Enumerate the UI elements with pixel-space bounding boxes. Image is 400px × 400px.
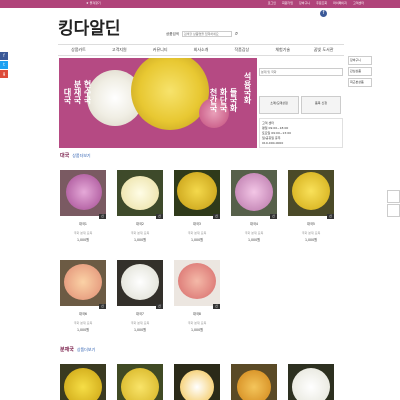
product-name: 대국3 — [193, 222, 201, 226]
google-share-icon[interactable]: g — [0, 70, 8, 78]
product-desc: 국화 분재 묘목 — [73, 321, 93, 325]
product-image[interactable] — [117, 364, 163, 400]
nav-item-gallery[interactable]: 작품감상 — [221, 45, 262, 55]
banner-text: 천간국 — [209, 88, 218, 112]
flower-image — [131, 58, 209, 130]
cart-link[interactable]: 장바구니 — [299, 1, 310, 5]
scroll-buttons — [387, 190, 400, 230]
product-name: 대국2 — [136, 222, 144, 226]
product-card[interactable]: 신 대국3 국화 분재 묘목 1,000원 — [174, 170, 220, 242]
banner-text: 화단국 — [219, 88, 228, 112]
search-icon[interactable]: ⌕ — [235, 31, 238, 37]
product-card[interactable]: 신 대국2 국화 분재 묘목 1,000원 — [117, 170, 163, 242]
mypage-link[interactable]: 마이페이지 — [333, 1, 347, 5]
product-desc: 국화 분재 묘목 — [301, 231, 321, 235]
section-title: 대국 상품더보기 — [60, 153, 91, 159]
nav-item-support[interactable]: 고객지원 — [99, 45, 140, 55]
more-link[interactable]: 상품더보기 — [72, 153, 90, 158]
nav-item-community[interactable]: 커뮤니티 — [140, 45, 181, 55]
product-price: 1,000원 — [76, 238, 90, 242]
product-image[interactable] — [60, 364, 106, 400]
search-input[interactable] — [181, 31, 232, 37]
product-card[interactable]: 신 대국7 국화 분재 묘목 1,000원 — [117, 260, 163, 332]
product-price: 1,000원 — [76, 328, 90, 332]
product-desc: 국화 분재 묘목 — [187, 321, 207, 325]
main-banner[interactable]: 대국 분재국 현수국 천간국 화단국 들국화 석용국화 — [59, 58, 257, 148]
side-search-input[interactable] — [259, 68, 343, 76]
nav-item-about[interactable]: 회사소개 — [181, 45, 222, 55]
search-bar: 상품검색 ⌕ — [166, 31, 238, 37]
product-name: 대국7 — [136, 312, 144, 316]
product-price: 1,000원 — [304, 238, 318, 242]
product-desc: 국화 분재 묘목 — [187, 231, 207, 235]
main-nav: 상품카트 고객지원 커뮤니티 회사소개 작품감상 체험기술 꿈빛 도서관 — [58, 44, 344, 56]
quick-cart[interactable]: 장바구니 — [348, 56, 372, 65]
info-line: 010-000-0000 — [262, 141, 284, 145]
facebook-share-icon[interactable]: f — [0, 52, 8, 60]
product-image[interactable] — [231, 364, 277, 400]
product-card[interactable]: 신 대국1 국화 분재 묘목 1,000원 — [60, 170, 106, 242]
search-label: 상품검색 — [166, 31, 179, 36]
bookmark-link[interactable]: ★ 즐겨찾기 — [86, 1, 101, 5]
product-price: 1,000원 — [133, 238, 147, 242]
product-price: 1,000원 — [133, 328, 147, 332]
quick-wish[interactable]: 관심상품 — [348, 67, 372, 76]
new-badge: 신 — [213, 214, 220, 219]
nav-item-products[interactable]: 상품카트 — [58, 45, 99, 55]
product-price: 1,000원 — [190, 328, 204, 332]
product-desc: 국화 분재 묘목 — [73, 231, 93, 235]
product-name: 대국5 — [307, 222, 315, 226]
product-desc: 국화 분재 묘목 — [130, 321, 150, 325]
side-box: 소매/도매상점 품목 신청 고객 센터 평일 09:00~18:00 토요일 0… — [259, 58, 343, 148]
product-price: 1,000원 — [190, 238, 204, 242]
product-name: 대국4 — [250, 222, 258, 226]
more-link[interactable]: 상품더보기 — [77, 347, 95, 352]
new-badge: 신 — [156, 304, 163, 309]
top-links: 로그인 회원가입 장바구니 주문조회 마이페이지 고객센터 — [268, 1, 364, 5]
cs-link[interactable]: 고객센터 — [353, 1, 364, 5]
right-quick-menu: 장바구니 관심상품 최근본상품 — [348, 56, 372, 89]
side-buttons: 소매/도매상점 품목 신청 — [259, 96, 341, 114]
request-button[interactable]: 품목 신청 — [301, 96, 341, 114]
top-bar: ★ 즐겨찾기 로그인 회원가입 장바구니 주문조회 마이페이지 고객센터 — [0, 0, 400, 8]
product-desc: 국화 분재 묘목 — [244, 231, 264, 235]
product-name: 대국6 — [79, 312, 87, 316]
new-badge: 신 — [99, 304, 106, 309]
twitter-share-icon[interactable]: t — [0, 61, 8, 69]
new-badge: 신 — [270, 214, 277, 219]
scroll-down-button[interactable] — [387, 204, 400, 217]
banner-text: 현수국 — [83, 80, 92, 104]
left-social: f t g — [0, 52, 8, 79]
product-card[interactable]: 신 대국8 국화 분재 묘목 1,000원 — [174, 260, 220, 332]
nav-item-experience[interactable]: 체험기술 — [262, 45, 303, 55]
product-card[interactable]: 신 대국4 국화 분재 묘목 1,000원 — [231, 170, 277, 242]
product-card[interactable]: 신 대국5 국화 분재 묘목 1,000원 — [288, 170, 334, 242]
new-badge: 신 — [156, 214, 163, 219]
banner-text: 대국 — [63, 88, 72, 104]
product-price: 1,000원 — [247, 238, 261, 242]
login-link[interactable]: 로그인 — [268, 1, 276, 5]
scroll-up-button[interactable] — [387, 190, 400, 203]
banner-text: 석용국화 — [243, 72, 252, 104]
order-link[interactable]: 주문조회 — [316, 1, 327, 5]
banner-text: 들국화 — [229, 88, 238, 112]
banner-text: 분재국 — [73, 80, 82, 104]
new-badge: 신 — [213, 304, 220, 309]
product-name: 대국8 — [193, 312, 201, 316]
join-link[interactable]: 회원가입 — [282, 1, 293, 5]
section-title: 분재국 상품더보기 — [60, 347, 96, 353]
shop-button[interactable]: 소매/도매상점 — [259, 96, 299, 114]
product-desc: 국화 분재 묘목 — [130, 231, 150, 235]
quick-recent[interactable]: 최근본상품 — [348, 78, 372, 87]
product-name: 대국1 — [79, 222, 87, 226]
product-image[interactable] — [288, 364, 334, 400]
product-image[interactable] — [174, 364, 220, 400]
customer-info: 고객 센터 평일 09:00~18:00 토요일 09:00~13:00 일/공… — [259, 118, 343, 148]
nav-item-library[interactable]: 꿈빛 도서관 — [303, 45, 344, 55]
facebook-icon[interactable]: f — [320, 10, 327, 17]
new-badge: 신 — [327, 214, 334, 219]
site-logo[interactable]: 킹다알딘 — [58, 14, 121, 39]
product-card[interactable]: 신 대국6 국화 분재 묘목 1,000원 — [60, 260, 106, 332]
new-badge: 신 — [99, 214, 106, 219]
